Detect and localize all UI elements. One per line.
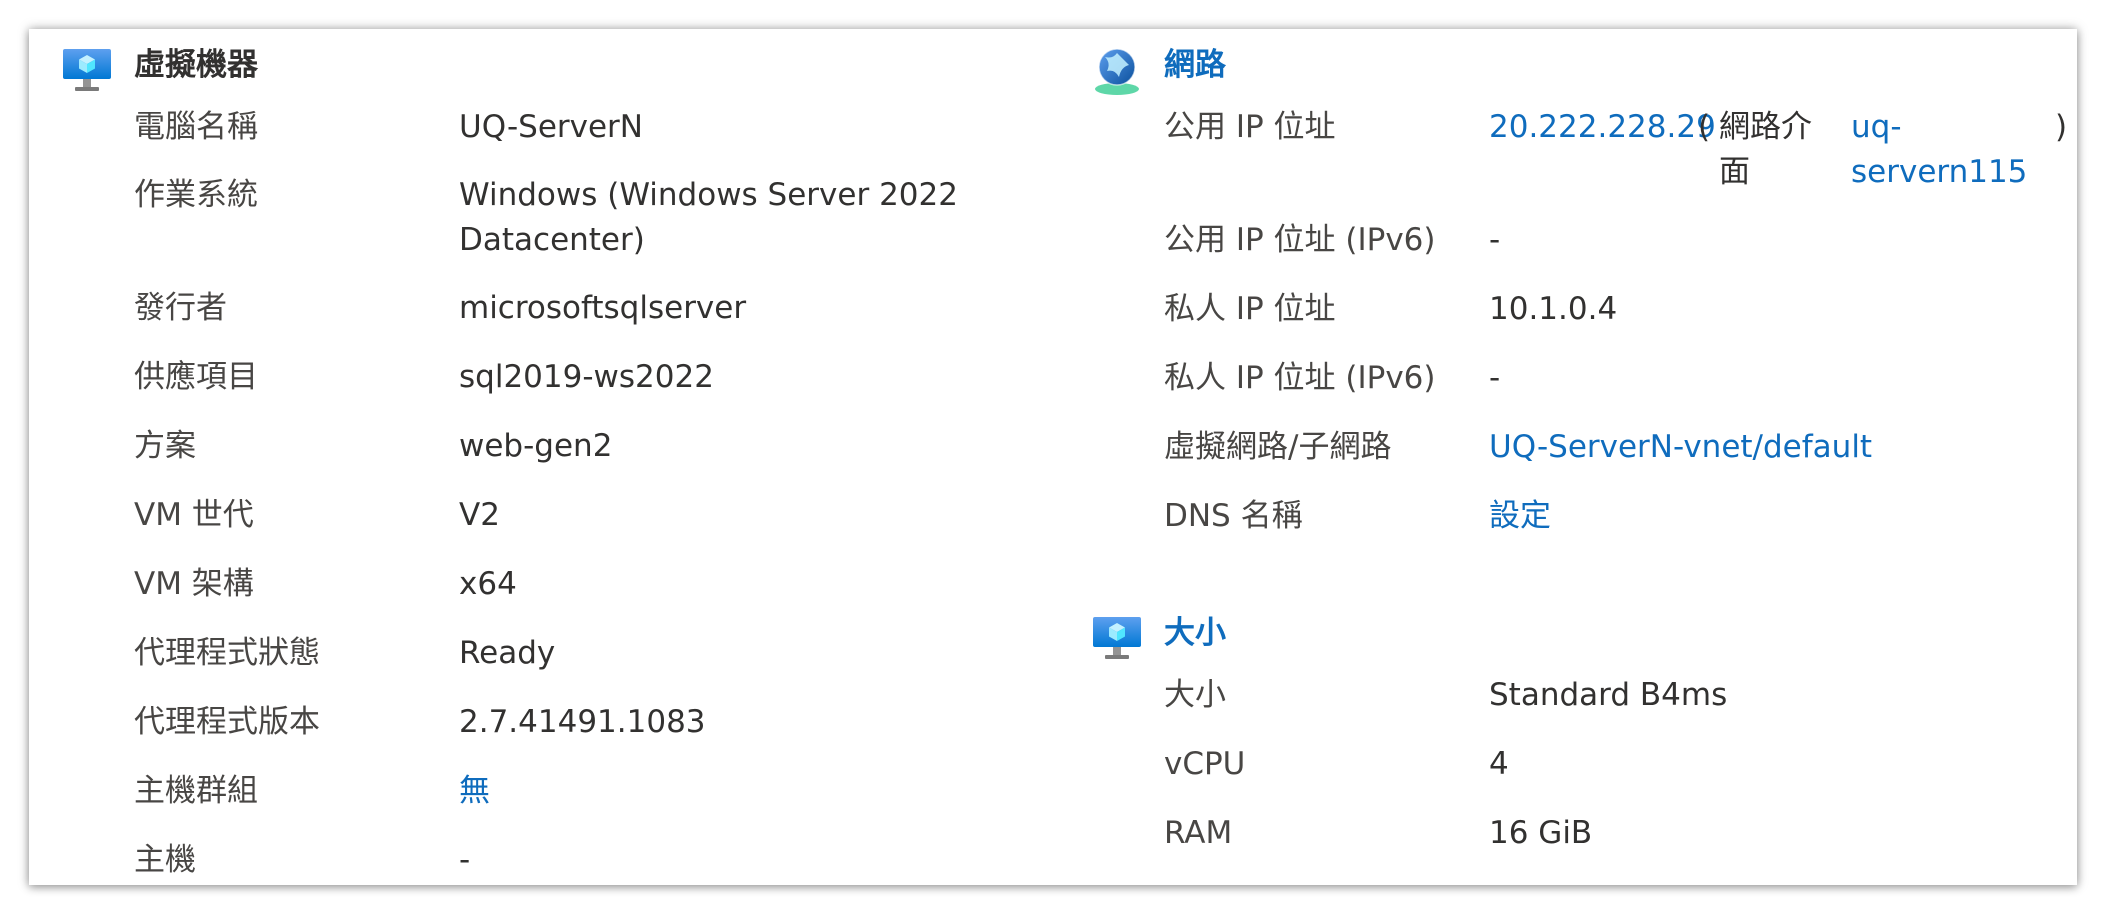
vm-generation-label: VM 世代	[134, 497, 254, 533]
computer-name-label: 電腦名稱	[134, 109, 258, 145]
os-label: 作業系統	[134, 177, 258, 213]
public-ip-open-paren: (	[1698, 109, 1711, 145]
agent-status-value: Ready	[459, 635, 556, 671]
host-value: -	[459, 842, 471, 878]
computer-name-value: UQ-ServerN	[459, 109, 643, 145]
agent-version-value: 2.7.41491.1083	[459, 704, 706, 740]
vm-generation-value: V2	[459, 497, 500, 533]
public-ip-label: 公用 IP 位址	[1164, 109, 1336, 145]
host-group-label: 主機群組	[134, 773, 258, 809]
vcpu-value: 4	[1489, 746, 1509, 782]
private-ip-label: 私人 IP 位址	[1164, 291, 1336, 327]
private-ip-value: 10.1.0.4	[1489, 291, 1618, 327]
nic-link-line2[interactable]: servern115	[1851, 150, 2027, 195]
vnet-subnet-label: 虛擬網路/子網路	[1164, 429, 1392, 465]
private-ipv6-value: -	[1489, 360, 1501, 396]
vm-architecture-label: VM 架構	[134, 566, 254, 602]
vnet-subnet-link[interactable]: UQ-ServerN-vnet/default	[1489, 425, 1872, 470]
network-section-title[interactable]: 網路	[1164, 47, 1226, 84]
public-ipv6-label: 公用 IP 位址 (IPv6)	[1164, 222, 1436, 258]
plan-label: 方案	[134, 428, 196, 464]
os-value-line1: Windows (Windows Server 2022	[459, 177, 958, 213]
dns-name-label: DNS 名稱	[1164, 498, 1303, 534]
vcpu-label: vCPU	[1164, 746, 1246, 782]
plan-value: web-gen2	[459, 428, 613, 464]
nic-label-line2: 面	[1719, 154, 1750, 190]
public-ip-close-paren: )	[2055, 109, 2068, 145]
size-vm-monitor-icon	[1091, 613, 1143, 665]
public-ip-link[interactable]: 20.222.228.29	[1489, 105, 1716, 150]
nic-label-line1: 網路介	[1719, 109, 1812, 145]
offer-label: 供應項目	[134, 359, 258, 395]
publisher-label: 發行者	[134, 290, 227, 326]
ram-label: RAM	[1164, 815, 1233, 851]
overview-properties-card: 虛擬機器 電腦名稱 UQ-ServerN 作業系統 Windows (Windo…	[29, 29, 2077, 885]
host-label: 主機	[134, 842, 196, 878]
size-value: Standard B4ms	[1489, 677, 1728, 713]
host-group-link[interactable]: 無	[459, 769, 490, 814]
private-ipv6-label: 私人 IP 位址 (IPv6)	[1164, 360, 1436, 396]
os-value-line2: Datacenter)	[459, 222, 645, 258]
vm-section-title: 虛擬機器	[134, 47, 258, 83]
offer-value: sql2019-ws2022	[459, 359, 714, 395]
dns-configure-link[interactable]: 設定	[1489, 494, 1551, 539]
public-ipv6-value: -	[1489, 222, 1501, 258]
network-globe-icon	[1091, 45, 1143, 97]
nic-link-line1[interactable]: uq-	[1851, 105, 1902, 150]
size-section-title[interactable]: 大小	[1164, 615, 1226, 652]
agent-status-label: 代理程式狀態	[134, 635, 320, 671]
vm-architecture-value: x64	[459, 566, 517, 602]
vm-monitor-icon	[61, 45, 113, 97]
publisher-value: microsoftsqlserver	[459, 290, 747, 326]
agent-version-label: 代理程式版本	[134, 704, 320, 740]
size-label: 大小	[1164, 677, 1226, 713]
ram-value: 16 GiB	[1489, 815, 1593, 851]
